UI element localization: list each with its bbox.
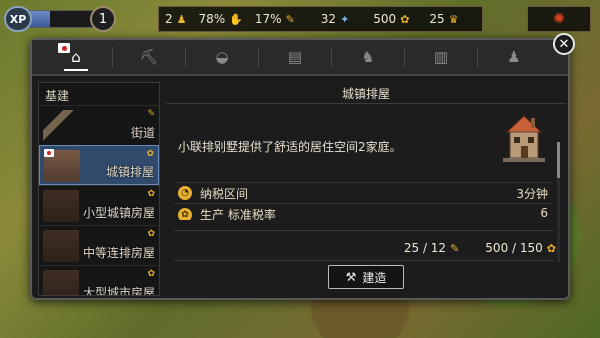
- wood-icon: ✦: [340, 12, 350, 26]
- resource-value: 78%: [198, 12, 226, 26]
- pickaxe-icon: ⛏: [139, 48, 159, 66]
- jester-hat-icon: ♞: [361, 48, 375, 66]
- list-item-small-townhouse[interactable]: ✿ 小型城镇房屋: [39, 185, 159, 225]
- worker-icon: ✎: [450, 241, 460, 255]
- stat-label: 纳税区间: [200, 186, 249, 201]
- close-button[interactable]: ✕: [553, 33, 575, 55]
- resource-tax: 17% ✎: [249, 12, 301, 26]
- flag-icon: [58, 43, 70, 53]
- flag-icon: [44, 149, 54, 157]
- cost-workers: 25 / 12 ✎: [404, 239, 459, 257]
- house-thumbnail: [43, 270, 79, 295]
- resource-value: 500: [373, 12, 397, 26]
- resource-value: 32: [320, 12, 337, 26]
- cost-value: 25 / 12: [403, 241, 447, 255]
- resource-workers: 2 ♟: [159, 12, 193, 26]
- resource-coins: 500 ✿: [367, 12, 415, 26]
- xp-progress-bar: [22, 10, 100, 28]
- gift-icon: ✺: [553, 11, 565, 27]
- goods-icon: ▤: [287, 48, 303, 66]
- house-thumbnail: [43, 230, 79, 262]
- tab-civic[interactable]: ▥: [411, 41, 478, 73]
- tab-mining[interactable]: ⛏: [119, 41, 186, 73]
- level-badge: 1: [90, 6, 116, 32]
- tax-icon: ✎: [285, 12, 295, 26]
- list-item-street[interactable]: ✎ 街道: [39, 105, 159, 145]
- home-icon: ⌂: [71, 48, 81, 66]
- tab-decor[interactable]: ♟: [484, 41, 544, 73]
- coins-icon: ✿: [546, 241, 556, 255]
- list-item-large-cityhouse[interactable]: ✿ 大型城市房屋: [39, 265, 159, 296]
- top-bar: XP 1 2 ♟ 78% ✋ 17% ✎ 32 ✦ 500 ✿ 25 ♛ ✺: [0, 0, 600, 38]
- list-item-medium-rowhouse[interactable]: ✿ 中等连排房屋: [39, 225, 159, 265]
- building-list[interactable]: 基建 ✎ 街道 ✿ 城镇排屋 ✿ 小型城镇房屋 ✿ 中等连排房屋 ✿ 大型城市房…: [38, 82, 160, 296]
- statue-icon: ♟: [507, 48, 521, 66]
- happiness-icon: ✋: [229, 12, 243, 26]
- close-icon: ✕: [558, 36, 570, 52]
- list-item-label: 大型城市房屋: [82, 286, 155, 296]
- stat-value: 6: [540, 206, 548, 220]
- list-item-label: 小型城镇房屋: [82, 206, 155, 220]
- list-item-label: 中等连排房屋: [82, 246, 155, 260]
- coins-icon: ✿: [400, 12, 410, 26]
- resource-happiness: 78% ✋: [193, 12, 249, 26]
- resource-wood: 32 ✦: [315, 12, 356, 26]
- road-thumbnail: [43, 110, 79, 142]
- building-icon: ▥: [433, 48, 449, 66]
- resource-crowns: 25 ♛: [423, 12, 464, 26]
- scroll-thumb[interactable]: [557, 142, 560, 178]
- xp-meter[interactable]: XP 1: [4, 6, 116, 32]
- cost-value: 500 / 150: [485, 241, 543, 255]
- stat-production: ✿ 生产 标准税率 6: [174, 206, 552, 220]
- list-item-label: 城镇排屋: [105, 165, 154, 179]
- notification-button[interactable]: ✺: [527, 6, 591, 32]
- coin-icon: ✿: [147, 189, 155, 199]
- detail-description: 小联排别墅提供了舒适的居住空间2家庭。: [178, 140, 402, 154]
- tab-home[interactable]: ⌂: [46, 41, 113, 73]
- tab-food[interactable]: ◒: [192, 41, 259, 73]
- stat-tax-interval: ◔ 纳税区间 3分钟: [174, 182, 552, 204]
- resource-value: 17%: [254, 12, 282, 26]
- category-tabs: ⌂ ⛏ ◒ ▤ ♞ ▥ ♟: [32, 40, 568, 76]
- cost-coins: 500 / 150 ✿: [485, 239, 556, 257]
- build-button[interactable]: ⚒ 建造: [328, 265, 404, 289]
- list-header: 基建: [45, 89, 70, 103]
- stat-label: 生产 标准税率: [200, 208, 276, 220]
- build-cost: 25 / 12 ✎ 500 / 150 ✿: [346, 239, 556, 257]
- resource-value: 2: [165, 12, 173, 26]
- building-detail: 城镇排屋 小联排别墅提供了舒适的居住空间2家庭。 ◔ 纳税区间 3分钟 ✿ 生产…: [166, 82, 566, 296]
- detail-scrollbar[interactable]: [557, 142, 560, 262]
- coin-icon: ✿: [146, 149, 154, 159]
- hammer-icon: ⚒: [345, 270, 357, 284]
- rowhouse-illustration: [503, 115, 545, 162]
- house-thumbnail: [43, 190, 79, 222]
- coins-icon: ✿: [178, 207, 192, 220]
- resource-bar[interactable]: 2 ♟ 78% ✋ 17% ✎ 32 ✦ 500 ✿ 25 ♛: [158, 6, 483, 32]
- crown-icon: ♛: [448, 12, 459, 26]
- build-menu-dialog: ⌂ ⛏ ◒ ▤ ♞ ▥ ♟ 基建 ✎ 街道 ✿ 城镇排屋 ✿ 小型城镇房屋 ✿ …: [30, 38, 570, 300]
- tab-entertainment[interactable]: ♞: [338, 41, 405, 73]
- resource-value: 25: [429, 12, 445, 26]
- clock-coin-icon: ◔: [178, 186, 192, 200]
- detail-title: 城镇排屋: [166, 82, 566, 104]
- coin-icon: ✎: [147, 109, 155, 119]
- stat-value: 3分钟: [516, 186, 548, 201]
- bread-icon: ◒: [215, 48, 229, 66]
- worker-icon: ♟: [176, 12, 187, 26]
- list-item-town-rowhouse[interactable]: ✿ 城镇排屋: [39, 145, 159, 185]
- build-button-label: 建造: [362, 270, 387, 285]
- list-item-label: 街道: [130, 126, 155, 140]
- tab-industry[interactable]: ▤: [265, 41, 332, 73]
- coin-icon: ✿: [147, 229, 155, 239]
- coin-icon: ✿: [147, 269, 155, 279]
- xp-badge: XP: [4, 6, 32, 32]
